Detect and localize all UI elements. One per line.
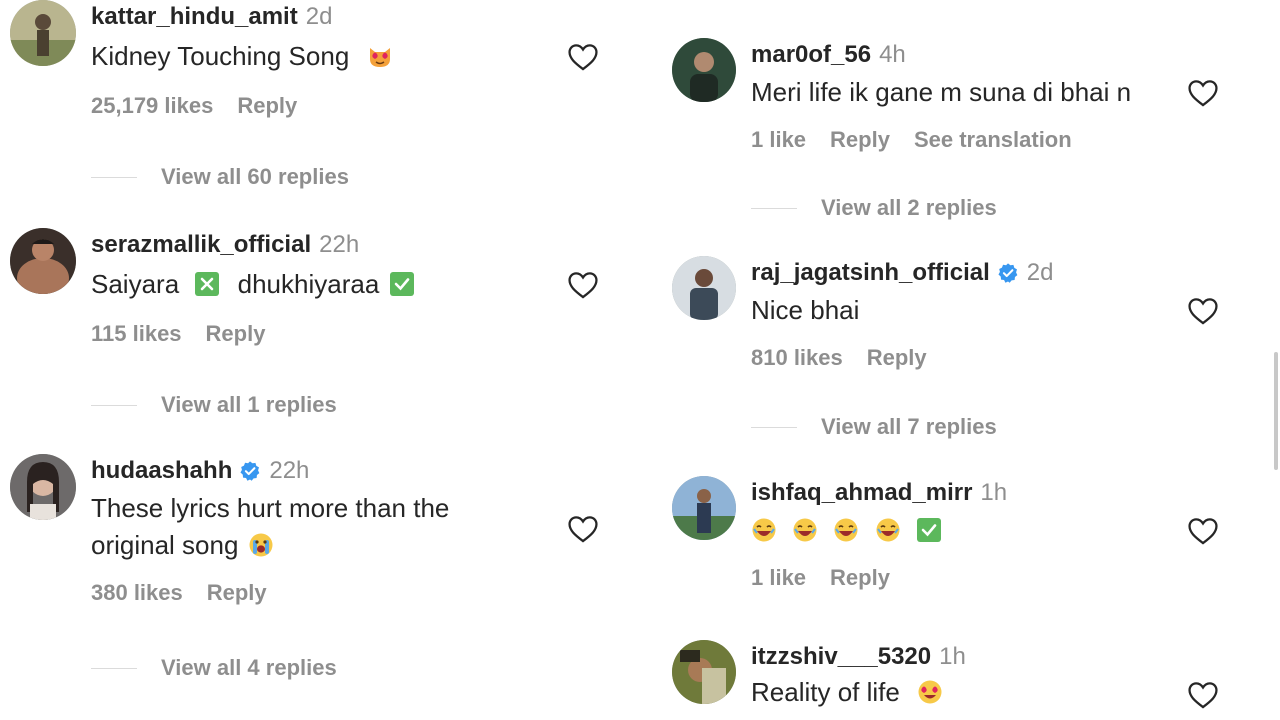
laughing-emoji-icon — [792, 517, 818, 543]
replies-divider — [751, 207, 797, 209]
replies-divider — [91, 176, 137, 178]
avatar[interactable] — [10, 0, 76, 66]
avatar[interactable] — [10, 228, 76, 294]
comment-username[interactable]: itzzshiv___5320 — [751, 643, 931, 671]
view-replies-button[interactable]: View all 1 replies — [91, 392, 337, 418]
comment-text: Meri life ik gane m suna di bhai n — [751, 77, 1132, 107]
comment-text-part: Saiyara — [91, 269, 180, 299]
check-mark-icon — [916, 517, 942, 543]
comment-text-part: dhukhiyaraa — [237, 269, 380, 299]
heart-outline-icon[interactable] — [1186, 76, 1220, 110]
view-replies-label[interactable]: View all 7 replies — [821, 414, 997, 440]
cross-mark-icon — [194, 271, 220, 297]
reply-button[interactable]: Reply — [237, 93, 297, 119]
comment-username[interactable]: raj_jagatsinh_official — [751, 259, 990, 287]
comment-text: These lyrics hurt more than the original… — [91, 490, 570, 564]
check-mark-icon — [389, 271, 415, 297]
comment-text: Kidney Touching Song — [91, 38, 570, 75]
cat-heart-eyes-emoji-icon — [367, 43, 393, 69]
comment-time[interactable]: 1h — [980, 479, 1007, 507]
reply-button[interactable]: Reply — [830, 127, 890, 153]
like-count[interactable]: 1 like — [751, 565, 806, 591]
view-replies-label[interactable]: View all 60 replies — [161, 164, 349, 190]
heart-outline-icon[interactable] — [1186, 514, 1220, 548]
scrollbar-thumb[interactable] — [1274, 352, 1278, 470]
view-replies-button[interactable]: View all 4 replies — [91, 655, 337, 681]
replies-divider — [91, 667, 137, 669]
like-count[interactable]: 380 likes — [91, 580, 183, 606]
comment-text-line: These lyrics hurt more than the — [91, 493, 450, 523]
comment-username[interactable]: serazmallik_official — [91, 231, 311, 259]
avatar[interactable] — [672, 38, 736, 102]
heart-outline-icon[interactable] — [1186, 678, 1220, 712]
view-replies-button[interactable]: View all 60 replies — [91, 164, 349, 190]
view-replies-label[interactable]: View all 4 replies — [161, 655, 337, 681]
comment-username[interactable]: kattar_hindu_amit — [91, 3, 298, 31]
reply-button[interactable]: Reply — [867, 345, 927, 371]
comment-time[interactable]: 2d — [306, 3, 333, 31]
heart-outline-icon[interactable] — [1186, 294, 1220, 328]
like-count[interactable]: 115 likes — [91, 321, 182, 347]
comments-column-right: mar0of_56 4h Meri life ik gane m suna di… — [660, 0, 1260, 720]
comment-username[interactable]: ishfaq_ahmad_mirr — [751, 479, 972, 507]
reply-button[interactable]: Reply — [206, 321, 266, 347]
comment-text — [751, 512, 1190, 549]
avatar[interactable] — [672, 256, 736, 320]
replies-divider — [751, 426, 797, 428]
view-replies-label[interactable]: View all 1 replies — [161, 392, 337, 418]
comment-text: Reality of life — [751, 674, 1190, 711]
heart-eyes-emoji-icon — [917, 679, 943, 705]
comment-time[interactable]: 22h — [269, 457, 309, 485]
laughing-emoji-icon — [751, 517, 777, 543]
comments-column-left: kattar_hindu_amit 2d Kidney Touching Son… — [0, 0, 640, 720]
reply-button[interactable]: Reply — [830, 565, 890, 591]
comment-time[interactable]: 2d — [1027, 259, 1054, 287]
comment-text-content: Reality of life — [751, 677, 900, 707]
heart-outline-icon[interactable] — [566, 40, 600, 74]
crying-face-emoji-icon — [248, 532, 274, 558]
comment-username[interactable]: mar0of_56 — [751, 41, 871, 69]
like-count[interactable]: 1 like — [751, 127, 806, 153]
avatar[interactable] — [672, 476, 736, 540]
replies-divider — [91, 404, 137, 406]
comment-username[interactable]: hudaashahh — [91, 457, 232, 485]
heart-outline-icon[interactable] — [566, 512, 600, 546]
comment-text: Nice bhai — [751, 295, 860, 325]
view-replies-button[interactable]: View all 7 replies — [751, 414, 997, 440]
view-replies-label[interactable]: View all 2 replies — [821, 195, 997, 221]
like-count[interactable]: 25,179 likes — [91, 93, 213, 119]
comment-time[interactable]: 22h — [319, 231, 359, 259]
verified-badge-icon — [239, 460, 261, 482]
comment-time[interactable]: 4h — [879, 41, 906, 69]
comment-time[interactable]: 1h — [939, 643, 966, 671]
like-count[interactable]: 810 likes — [751, 345, 843, 371]
laughing-emoji-icon — [875, 517, 901, 543]
laughing-emoji-icon — [833, 517, 859, 543]
see-translation-button[interactable]: See translation — [914, 127, 1072, 153]
comment-text-content: original song — [91, 530, 239, 560]
comment-text: Saiyara dhukhiyaraa — [91, 266, 570, 303]
heart-outline-icon[interactable] — [566, 268, 600, 302]
reply-button[interactable]: Reply — [207, 580, 267, 606]
avatar[interactable] — [672, 640, 736, 704]
comment-text-line: original song — [91, 527, 570, 564]
view-replies-button[interactable]: View all 2 replies — [751, 195, 997, 221]
verified-badge-icon — [997, 262, 1019, 284]
avatar[interactable] — [10, 454, 76, 520]
comment-text-content: Kidney Touching Song — [91, 41, 350, 71]
